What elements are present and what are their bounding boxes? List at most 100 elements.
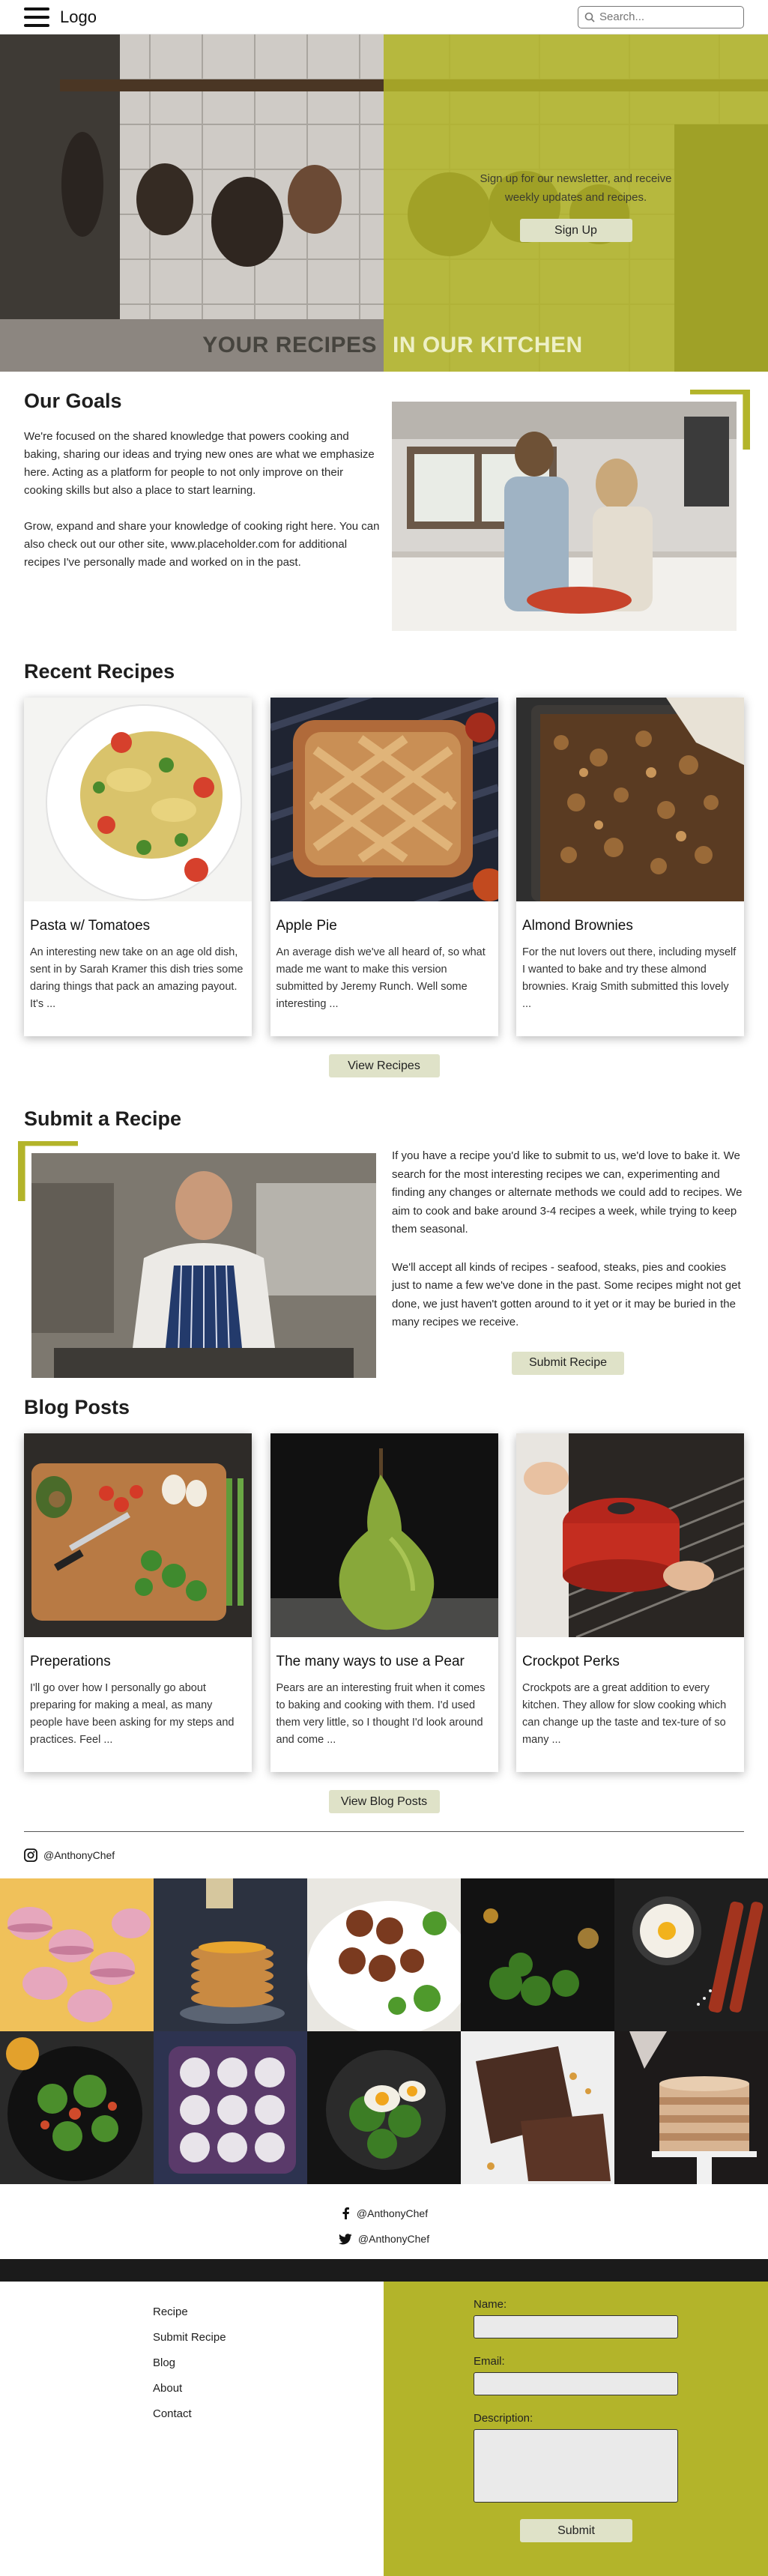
brand: Logo (24, 7, 97, 27)
footer-link-contact[interactable]: Contact (153, 2401, 384, 2427)
facebook-label: @AnthonyChef (356, 2207, 429, 2219)
instagram-handle[interactable]: @AnthonyChef (0, 1832, 768, 1878)
menu-icon[interactable] (24, 7, 49, 27)
submit-text: If you have a recipe you'd like to submi… (392, 1147, 744, 1379)
recipes-header: Recent Recipes (0, 653, 768, 698)
goals-paragraph-1: We're focused on the shared knowledge th… (24, 430, 375, 497)
logo[interactable]: Logo (60, 7, 97, 27)
recipe-excerpt: An average dish we've all heard of, so w… (276, 946, 486, 1010)
contact-form: Name: Email: Description: Submit (384, 2282, 768, 2576)
blog-title[interactable]: Crockpot Perks (522, 1654, 738, 1670)
gallery-image-cupcakes[interactable] (154, 2031, 307, 2184)
blog-card[interactable]: Crockpot Perks Crockpots are a great add… (516, 1433, 744, 1772)
gallery-image-eggs[interactable] (307, 2031, 461, 2184)
blog-card[interactable]: The many ways to use a Pear Pears are an… (270, 1433, 498, 1772)
submit-paragraph-2: We'll accept all kinds of recipes - seaf… (392, 1260, 741, 1329)
search-box[interactable] (578, 5, 744, 28)
instagram-label: @AnthonyChef (43, 1849, 115, 1861)
blog-excerpt: I'll go over how I personally go about p… (30, 1682, 235, 1746)
instagram-icon (24, 1848, 37, 1862)
view-recipes-button[interactable]: View Recipes (328, 1054, 440, 1077)
crockpot-photo (516, 1433, 744, 1637)
goals-section: Our Goals We're focused on the shared kn… (0, 372, 768, 653)
chef-photo (24, 1147, 376, 1379)
apple-pie-photo (270, 698, 498, 901)
blog-title: Blog Posts (24, 1396, 130, 1418)
submit-recipe-button[interactable]: Submit Recipe (512, 1351, 624, 1375)
footer-link-blog[interactable]: Blog (153, 2350, 384, 2376)
email-label: Email: (474, 2355, 505, 2368)
goals-title: Our Goals (24, 390, 122, 412)
newsletter-line-1: Sign up for our newsletter, and receive (480, 172, 672, 185)
facebook-link[interactable]: @AnthonyChef (0, 2201, 768, 2226)
recipe-card[interactable]: Almond Brownies For the nut lovers out t… (516, 698, 744, 1036)
recipe-card[interactable]: Apple Pie An average dish we've all hear… (270, 698, 498, 1036)
top-navbar: Logo (0, 0, 768, 34)
search-input[interactable] (599, 10, 737, 23)
photo-chef (31, 1153, 376, 1378)
description-field[interactable] (474, 2429, 678, 2503)
recipe-cards: Pasta w/ Tomatoes An interesting new tak… (0, 698, 768, 1036)
footer-link-about[interactable]: About (153, 2376, 384, 2401)
gallery-image-meatballs[interactable] (307, 1878, 461, 2031)
twitter-icon (338, 2233, 352, 2244)
recipe-title[interactable]: Almond Brownies (522, 918, 738, 934)
recipe-card[interactable]: Pasta w/ Tomatoes An interesting new tak… (24, 698, 252, 1036)
footer-link-recipe[interactable]: Recipe (153, 2300, 384, 2325)
gallery-image-layer-cake[interactable] (614, 2031, 768, 2184)
view-recipes-wrap: View Recipes (0, 1036, 768, 1077)
photo-couple (392, 402, 737, 631)
goals-text: Our Goals We're focused on the shared kn… (24, 390, 384, 653)
recipe-excerpt: For the nut lovers out there, including … (522, 946, 737, 1010)
brownies-photo (516, 698, 744, 901)
name-field[interactable] (474, 2315, 678, 2338)
submit-button[interactable]: Submit (520, 2519, 632, 2542)
twitter-label: @AnthonyChef (357, 2233, 430, 2245)
submit-section: Submit a Recipe If you have a recipe you… (0, 1077, 768, 1379)
blog-title[interactable]: Preperations (30, 1654, 246, 1670)
couple-cooking-photo (392, 390, 750, 634)
newsletter-line-2: weekly updates and recipes. (504, 191, 647, 204)
search-icon (584, 12, 595, 22)
instagram-gallery (0, 1878, 768, 2184)
twitter-link[interactable]: @AnthonyChef (0, 2226, 768, 2252)
cutting-board-photo (24, 1433, 252, 1637)
name-label: Name: (474, 2298, 507, 2311)
submit-title: Submit a Recipe (24, 1107, 182, 1130)
blog-title[interactable]: The many ways to use a Pear (276, 1654, 492, 1670)
social-links: @AnthonyChef @AnthonyChef (0, 2184, 768, 2259)
footer-link-submit-recipe[interactable]: Submit Recipe (153, 2325, 384, 2350)
gallery-image-macarons[interactable] (0, 1878, 154, 2031)
gallery-image-salad[interactable] (0, 2031, 154, 2184)
gallery-image-broccoli[interactable] (461, 1878, 614, 2031)
recipe-excerpt: An interesting new take on an age old di… (30, 946, 244, 1010)
gallery-image-pancakes[interactable] (154, 1878, 307, 2031)
hero-banner: Sign up for our newsletter, and receive … (0, 34, 768, 372)
newsletter-signup: Sign up for our newsletter, and receive … (384, 169, 768, 242)
blog-card[interactable]: Preperations I'll go over how I personal… (24, 1433, 252, 1772)
blog-header: Blog Posts (0, 1379, 768, 1433)
facebook-icon (342, 2207, 349, 2219)
description-label: Description: (474, 2412, 533, 2425)
gallery-image-steak[interactable] (461, 2031, 614, 2184)
sign-up-button[interactable]: Sign Up (519, 219, 632, 242)
footer-band (0, 2259, 768, 2282)
hero-title-left: YOUR RECIPES (202, 333, 377, 357)
email-field[interactable] (474, 2372, 678, 2395)
recipes-title: Recent Recipes (24, 660, 175, 683)
recipe-title[interactable]: Apple Pie (276, 918, 492, 934)
recipe-title[interactable]: Pasta w/ Tomatoes (30, 918, 246, 934)
footer: Recipe Submit Recipe Blog About Contact … (0, 2282, 768, 2576)
submit-paragraph-1: If you have a recipe you'd like to submi… (392, 1149, 743, 1236)
blog-excerpt: Crockpots are a great addition to every … (522, 1682, 727, 1746)
footer-nav: Recipe Submit Recipe Blog About Contact (0, 2282, 384, 2576)
view-blog-posts-button[interactable]: View Blog Posts (328, 1790, 440, 1813)
blog-excerpt: Pears are an interesting fruit when it c… (276, 1682, 486, 1746)
gallery-image-breakfast[interactable] (614, 1878, 768, 2031)
hero-title-right: IN OUR KITCHEN (393, 333, 583, 357)
goals-paragraph-2: Grow, expand and share your knowledge of… (24, 520, 380, 569)
pasta-photo (24, 698, 252, 901)
pear-photo (270, 1433, 498, 1637)
view-blog-wrap: View Blog Posts (0, 1772, 768, 1813)
blog-cards: Preperations I'll go over how I personal… (0, 1433, 768, 1772)
